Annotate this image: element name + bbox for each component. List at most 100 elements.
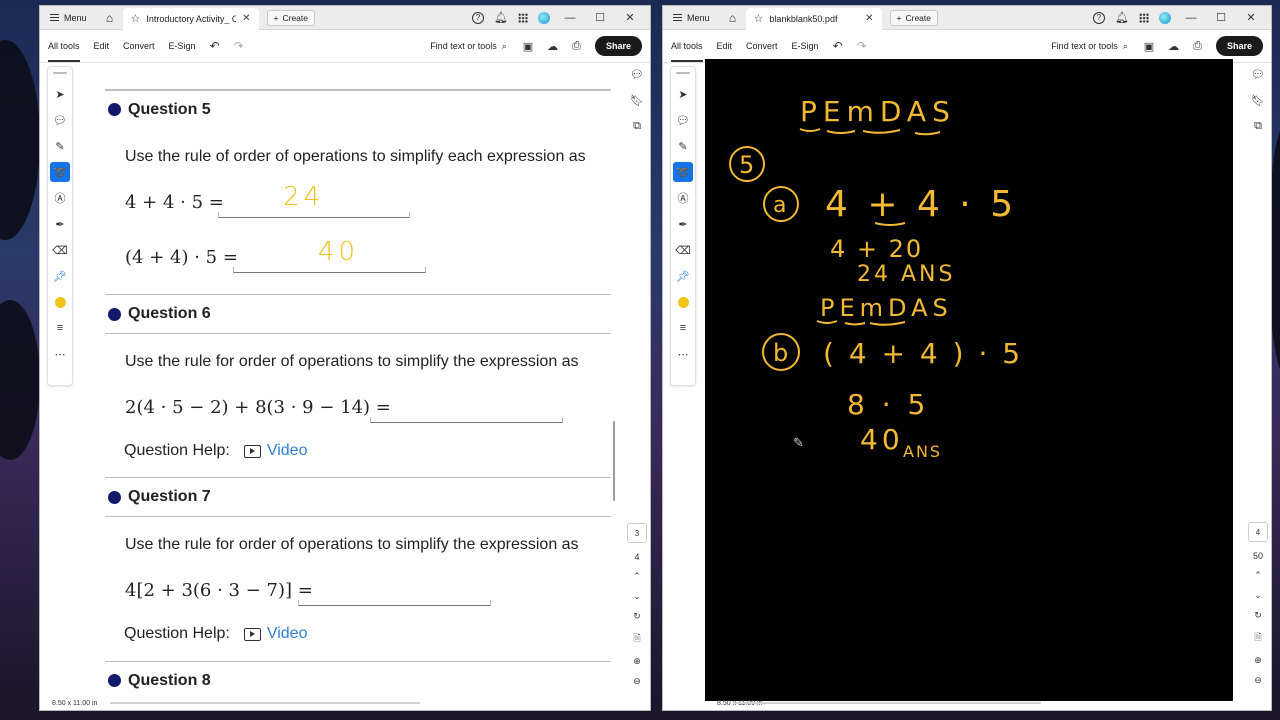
horizontal-scrollbar[interactable] [733,702,1041,704]
apps-grid-icon[interactable] [1139,12,1149,23]
maximize-icon[interactable]: ☐ [590,11,610,24]
tab-all-tools[interactable]: All tools [671,30,703,62]
home-icon[interactable]: ⌂ [97,11,123,25]
video-link[interactable]: Video [243,625,307,643]
freehand-draw-icon[interactable]: ➰ [673,162,693,182]
find-tools-button[interactable]: Find text or tools ⌕ [1051,41,1128,52]
create-button[interactable]: + Create [889,9,938,26]
rotate-icon[interactable]: ↻ [633,611,641,622]
tab-esign[interactable]: E-Sign [169,30,196,62]
more-tools-icon[interactable]: ⋯ [673,344,693,364]
page-down-icon[interactable]: ⌄ [633,591,641,602]
add-comment-icon[interactable]: 💬︎ [50,110,70,130]
tab-convert[interactable]: Convert [746,30,778,62]
avatar[interactable] [1159,11,1171,24]
page-view-icon[interactable]: 🗎 [633,631,640,647]
add-comment-icon[interactable]: 💬︎ [673,110,693,130]
bookmarks-icon[interactable]: 🔖︎ [630,94,644,107]
tab-all-tools[interactable]: All tools [48,30,80,62]
zoom-in-icon[interactable]: ⊕ [1254,655,1262,666]
share-button[interactable]: Share [594,36,642,56]
help-icon[interactable]: ? [472,11,485,24]
share-button[interactable]: Share [1215,36,1263,56]
freehand-draw-icon[interactable]: ➰ [50,162,70,182]
menu-button[interactable]: Menu [663,6,720,29]
redo-icon[interactable]: ↷ [234,39,244,53]
apps-grid-icon[interactable] [518,12,528,23]
page-down-icon[interactable]: ⌄ [1254,590,1262,601]
color-picker[interactable] [50,292,70,312]
upload-cloud-icon[interactable]: ☁ [1168,40,1179,53]
bell-icon[interactable]: 🔔︎ [494,11,508,24]
save-icon[interactable]: ▣ [1144,40,1154,53]
color-picker[interactable] [673,292,693,312]
undo-icon[interactable]: ↶ [833,39,843,53]
current-page-input[interactable]: 3 [627,523,647,543]
handwriting-canvas[interactable]: PEmDAS 5 a 4 + 4 · 5 4 + 20 24 ANS PEmDA… [705,59,1233,701]
fill-sign-icon[interactable]: ✒ [50,214,70,234]
horizontal-scrollbar[interactable] [110,702,420,704]
more-tools-icon[interactable]: ⋯ [50,344,70,364]
select-cursor-icon[interactable]: ➤ [50,84,70,104]
tab-edit[interactable]: Edit [94,30,110,62]
eraser-icon[interactable]: ⌫ [673,240,693,260]
zoom-out-icon[interactable]: ⊖ [633,676,641,687]
avatar[interactable] [538,11,550,24]
minimize-icon[interactable]: — [560,12,580,24]
pin-icon[interactable]: 📌︎ [673,266,693,286]
vertical-scrollbar[interactable] [613,421,615,501]
home-icon[interactable]: ⌂ [720,11,746,25]
select-cursor-icon[interactable]: ➤ [673,84,693,104]
bell-icon[interactable]: 🔔︎ [1115,11,1129,24]
answer-field[interactable] [370,417,563,423]
tab-esign[interactable]: E-Sign [792,30,819,62]
save-icon[interactable]: ▣ [523,40,533,53]
close-tab-icon[interactable]: ✕ [242,13,250,24]
minimize-icon[interactable]: — [1181,12,1201,24]
upload-cloud-icon[interactable]: ☁ [547,40,558,53]
text-box-icon[interactable]: Ⓐ [673,188,693,208]
eraser-icon[interactable]: ⌫ [50,240,70,260]
maximize-icon[interactable]: ☐ [1211,11,1231,24]
document-tab[interactable]: ☆ Introductory Activity_ Or... ✕ [122,7,259,30]
comments-icon[interactable]: 💬︎ [1251,68,1265,81]
answer-field[interactable] [233,267,426,273]
redo-icon[interactable]: ↷ [857,39,867,53]
pin-icon[interactable]: 📌︎ [50,266,70,286]
find-tools-button[interactable]: Find text or tools ⌕ [430,41,507,52]
menu-button[interactable]: Menu [40,6,97,29]
highlight-pen-icon[interactable]: ✎ [50,136,70,156]
tab-convert[interactable]: Convert [123,30,155,62]
rail-grip[interactable] [53,72,67,74]
text-box-icon[interactable]: Ⓐ [50,188,70,208]
rail-grip[interactable] [676,72,690,74]
zoom-in-icon[interactable]: ⊕ [633,656,641,667]
star-icon[interactable]: ☆ [754,12,764,25]
star-icon[interactable]: ☆ [131,12,141,25]
bookmarks-icon[interactable]: 🔖︎ [1251,94,1265,107]
close-window-icon[interactable]: ✕ [620,11,640,24]
stroke-width-icon[interactable]: ≡ [50,318,70,338]
print-icon[interactable]: ⎙ [572,40,581,53]
page-up-icon[interactable]: ⌃ [633,571,641,582]
answer-field[interactable] [218,212,410,218]
video-link[interactable]: Video [243,442,307,460]
page-view-icon[interactable]: 🗎 [1254,630,1261,646]
fill-sign-icon[interactable]: ✒ [673,214,693,234]
comments-icon[interactable]: 💬︎ [630,68,644,81]
help-icon[interactable]: ? [1093,11,1106,24]
tab-edit[interactable]: Edit [717,30,733,62]
close-window-icon[interactable]: ✕ [1241,11,1261,24]
close-tab-icon[interactable]: ✕ [865,13,873,24]
undo-icon[interactable]: ↶ [210,39,220,53]
current-page-input[interactable]: 4 [1248,522,1268,542]
answer-field[interactable] [298,600,491,606]
create-button[interactable]: + Create [266,9,315,26]
document-tab[interactable]: ☆ blankblank50.pdf ✕ [745,7,882,30]
highlight-pen-icon[interactable]: ✎ [673,136,693,156]
zoom-out-icon[interactable]: ⊖ [1254,675,1262,686]
pages-icon[interactable]: ⧉ [1254,120,1262,133]
pages-icon[interactable]: ⧉ [633,120,641,133]
rotate-icon[interactable]: ↻ [1254,610,1262,621]
page-up-icon[interactable]: ⌃ [1254,570,1262,581]
